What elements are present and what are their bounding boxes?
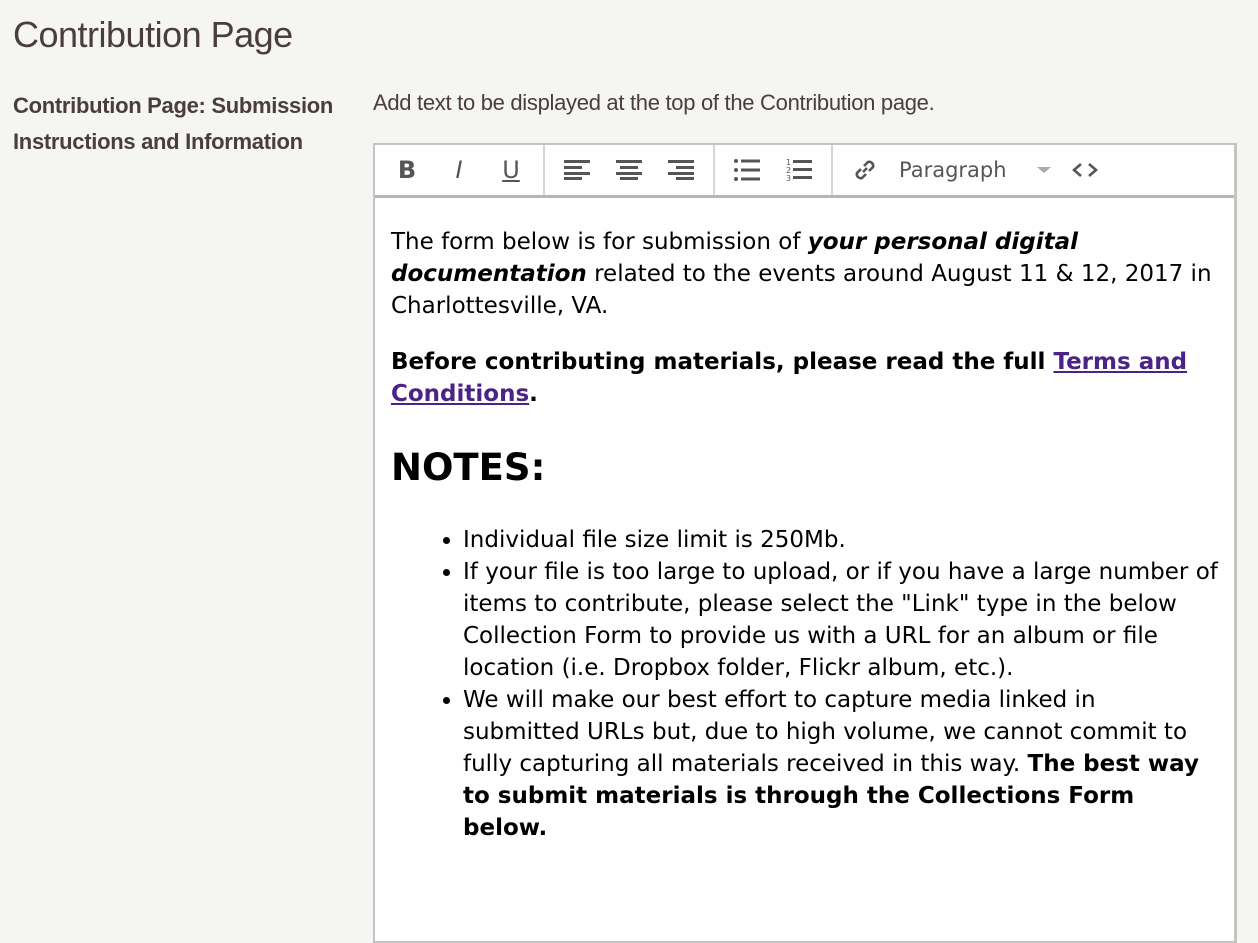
align-center-icon <box>616 160 642 180</box>
align-right-icon <box>668 160 694 180</box>
bold-icon: B <box>397 156 417 184</box>
notes-heading: NOTES: <box>391 446 546 489</box>
insert-group: Paragraph <box>833 145 1111 195</box>
numbered-list-icon: 123 <box>786 158 812 182</box>
alignment-group <box>545 145 715 195</box>
italic-icon: I <box>455 156 463 184</box>
link-button[interactable] <box>844 150 886 190</box>
numbered-list-button[interactable]: 123 <box>778 150 820 190</box>
code-icon <box>1072 163 1098 177</box>
field-label: Contribution Page: Submission Instructio… <box>13 93 334 154</box>
page-title: Contribution Page <box>13 14 293 55</box>
bullet-list-button[interactable] <box>726 150 768 190</box>
editor-toolbar: B I U 123 Paragraph <box>375 145 1234 198</box>
italic-button[interactable]: I <box>438 150 480 190</box>
align-right-button[interactable] <box>660 150 702 190</box>
chevron-down-icon <box>1037 167 1051 173</box>
svg-text:3: 3 <box>786 174 791 182</box>
block-format-value: Paragraph <box>899 158 1007 182</box>
align-left-icon <box>564 160 590 180</box>
text-style-group: B I U <box>375 145 545 195</box>
block-format-select[interactable]: Paragraph <box>891 158 1059 182</box>
editor-content[interactable]: The form below is for submission of your… <box>375 198 1234 844</box>
terms-text: Before contributing materials, please re… <box>391 349 1054 375</box>
underline-button[interactable]: U <box>490 150 532 190</box>
intro-paragraph: The form below is for submission of your… <box>391 226 1218 322</box>
bold-button[interactable]: B <box>386 150 428 190</box>
field-help-text: Add text to be displayed at the top of t… <box>373 90 935 115</box>
notes-list: Individual file size limit is 250Mb. If … <box>391 524 1218 844</box>
link-icon <box>855 160 875 180</box>
list-item: We will make our best effort to capture … <box>463 684 1218 844</box>
list-item: Individual file size limit is 250Mb. <box>463 524 1218 556</box>
list-group: 123 <box>715 145 833 195</box>
list-item: If your file is too large to upload, or … <box>463 556 1218 684</box>
source-code-button[interactable] <box>1064 150 1106 190</box>
intro-text: The form below is for submission of <box>391 229 808 255</box>
bullet-list-icon <box>734 159 760 181</box>
rich-text-editor: B I U 123 Paragraph The form below is fo… <box>373 143 1237 943</box>
terms-period: . <box>529 381 538 407</box>
underline-icon: U <box>502 156 520 184</box>
terms-paragraph: Before contributing materials, please re… <box>391 346 1218 410</box>
align-left-button[interactable] <box>556 150 598 190</box>
align-center-button[interactable] <box>608 150 650 190</box>
